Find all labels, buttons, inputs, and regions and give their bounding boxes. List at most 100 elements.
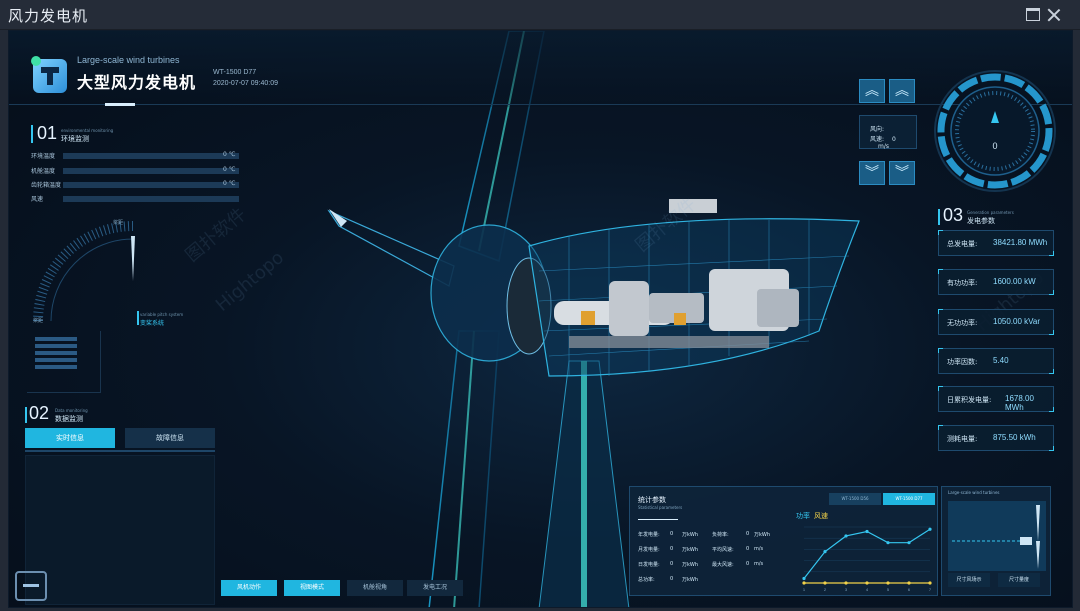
stats-cell: 负荷率: (712, 532, 729, 538)
btn-measure[interactable]: 尺寸量度 (998, 573, 1040, 587)
power-wind-chart: 1 2 3 4 5 6 7 (802, 526, 932, 592)
stats-cell: 日发电量: (638, 562, 660, 568)
section-marker (31, 125, 33, 143)
chart-series-line (803, 528, 931, 579)
env-label: 机舱温度 (31, 168, 56, 175)
stats-underline (638, 519, 678, 520)
param-value: 1678.00 MWh (1005, 394, 1034, 412)
stats-cell: 万kWh (682, 562, 699, 568)
power-param: 总发电量: 38421.80 MWh (938, 230, 1054, 256)
pitch-title: 变桨系统 (140, 320, 165, 327)
chart-point (865, 581, 869, 585)
chart-point (928, 581, 932, 585)
maximize-icon[interactable] (1026, 8, 1040, 21)
chart-point (802, 581, 806, 585)
header-active-tick (105, 103, 135, 106)
env-row: 齿轮箱温度 0 ℃ (31, 180, 241, 190)
turbine-mini-view[interactable] (948, 501, 1046, 571)
stats-cell: 0 (746, 561, 750, 567)
env-bar (63, 182, 239, 188)
wind-speed-value: 0 (891, 136, 896, 143)
chevron-down-icon[interactable]: ︾ (859, 161, 885, 185)
env-value: 0 ℃ (223, 166, 236, 173)
param-key: 功率因数: (947, 358, 978, 366)
data-section-en: Data monitoring (55, 408, 88, 413)
chart-tick-label: 6 (908, 587, 911, 592)
stats-cell: 0 (670, 561, 674, 567)
legend-wind: 风速 (814, 512, 828, 520)
btn-view-mode[interactable]: 视图模式 (284, 580, 340, 596)
param-value: 5.40 (993, 356, 1009, 365)
stats-cell: 总功率: (638, 577, 655, 583)
btn-nacelle-view[interactable]: 机舱视角 (347, 580, 403, 596)
legend-power: 功率 (796, 512, 810, 520)
window-title: 风力发电机 (8, 7, 89, 25)
chart-tick-label: 2 (824, 587, 827, 592)
data-list-panel[interactable] (25, 455, 215, 605)
power-section-title: 发电参数 (967, 217, 995, 225)
close-icon[interactable] (1046, 8, 1060, 21)
chart-tick-label: 5 (887, 587, 890, 592)
menu-icon[interactable] (15, 571, 47, 601)
statistics-panel: 统计参数 Statistical parameters WT-1500 D56 … (629, 486, 938, 596)
stats-en: Statistical parameters (638, 505, 683, 510)
wind-control-panel: 风向: 风速: 0 m/s (859, 115, 917, 150)
env-bar (63, 196, 239, 202)
pitch-top-label: 桨距 (113, 220, 124, 226)
btn-generation[interactable]: 发电工况 (407, 580, 463, 596)
title-bar: 风力发电机 (0, 0, 1080, 30)
turbine-panel-en: Large-scale wind turbines (948, 490, 1000, 495)
env-bar (63, 153, 239, 159)
btn-wind-field[interactable]: 尺寸风场示 (948, 573, 990, 587)
chart-point (823, 581, 827, 585)
param-key: 无功功率: (947, 319, 978, 327)
chevron-down-icon[interactable]: ︾ (889, 161, 915, 185)
chart-point (844, 534, 848, 538)
chevron-up-icon[interactable]: ︽ (889, 79, 915, 103)
stats-cell: 0 (670, 531, 674, 537)
stats-cell: 0 (746, 531, 750, 537)
stats-cell: 万kWh (682, 532, 699, 538)
scene-viewport[interactable]: 图扑软件 Hightopo 图扑软件 Hightopo Large-scale … (8, 30, 1073, 608)
tab-wt-d77[interactable]: WT-1500 D77 (883, 493, 935, 505)
env-row: 机舱温度 0 ℃ (31, 166, 241, 176)
header-timestamp: 2020-07-07 09:40:09 (213, 80, 278, 87)
power-param: 有功功率: 1600.00 kW (938, 269, 1054, 295)
turbine-model: WT-1500 D77 (213, 69, 257, 76)
env-section-title: 环境监测 (61, 135, 89, 143)
chart-point (928, 527, 932, 531)
btn-turbine-action[interactable]: 风机动作 (221, 580, 277, 596)
power-section-number: 03 (943, 205, 964, 225)
stats-cell: 平均风速: (712, 547, 734, 553)
wind-speed-label: 风速: (870, 136, 885, 143)
env-label: 齿轮箱温度 (31, 182, 62, 189)
chart-point (907, 581, 911, 585)
turbine-mini-panel: Large-scale wind turbines 尺寸风场示 尺寸量度 (941, 486, 1051, 596)
section-marker (137, 311, 139, 325)
wind-dir-label: 风向: (870, 126, 885, 133)
chevron-up-icon[interactable]: ︽ (859, 79, 885, 103)
chart-tick-label: 4 (866, 587, 869, 592)
param-key: 有功功率: (947, 279, 978, 287)
chart-point (802, 576, 806, 581)
param-key: 日累积发电量: (947, 396, 992, 404)
header-divider (9, 104, 1072, 105)
pitch-indicator-bars (35, 337, 77, 375)
env-section-number: 01 (37, 123, 58, 143)
stats-cell: 年发电量: (638, 532, 660, 538)
stats-cell: 0 (746, 546, 750, 552)
tab-fault[interactable]: 故障信息 (125, 428, 215, 448)
stats-title: 统计参数 (638, 496, 666, 504)
tab-wt-d56[interactable]: WT-1500 D56 (829, 493, 881, 505)
param-value: 875.50 kWh (993, 433, 1036, 442)
param-value: 38421.80 MWh (993, 238, 1048, 247)
pitch-bottom-label: 桨距 (33, 318, 44, 324)
stats-cell: 万kWh (754, 532, 771, 538)
power-param: 日累积发电量: 1678.00 MWh (938, 386, 1054, 412)
tab-realtime[interactable]: 实时信息 (25, 428, 115, 448)
power-param: 无功功率: 1050.00 kVar (938, 309, 1054, 335)
env-section-en: environmental monitoring (61, 128, 114, 133)
param-value: 1050.00 kVar (993, 317, 1040, 326)
chart-point (907, 541, 911, 545)
env-row: 风速 (31, 194, 241, 204)
